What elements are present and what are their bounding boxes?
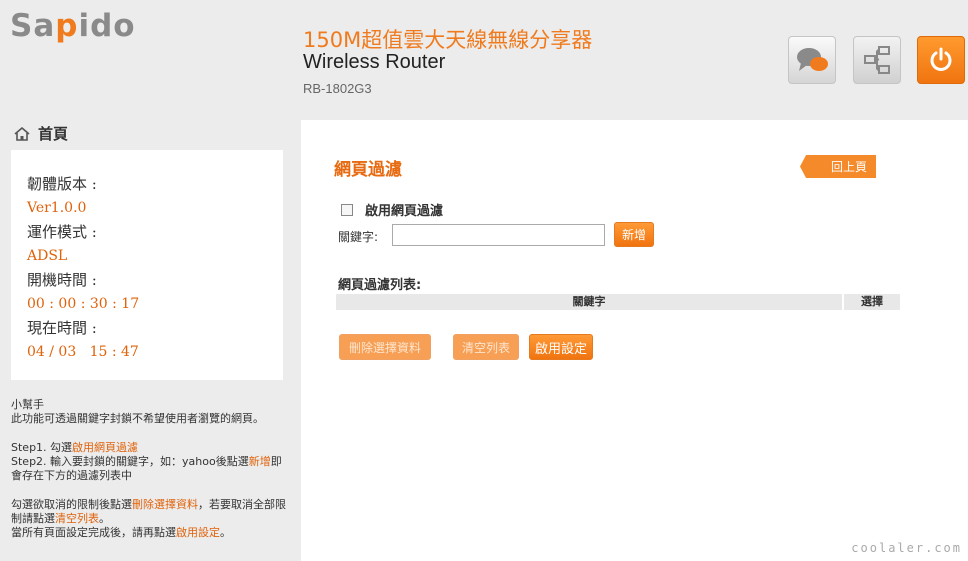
- chat-button[interactable]: [788, 36, 836, 84]
- brand-logo: Sapido: [10, 8, 136, 44]
- column-header-keyword: 關鍵字: [336, 294, 842, 310]
- logo-text-prefix: Sa: [10, 8, 56, 44]
- enable-filter-row: 啟用網頁過濾: [341, 200, 443, 219]
- home-label: 首頁: [38, 125, 69, 143]
- help-step2: Step2. 輸入要封鎖的關鍵字，如：yahoo後點選新增即會存在下方的過濾列表…: [11, 455, 282, 482]
- power-button[interactable]: [917, 36, 965, 84]
- back-button[interactable]: 回上頁: [800, 155, 876, 178]
- watermark: coolaler.com: [851, 541, 962, 555]
- enable-filter-label: 啟用網頁過濾: [365, 204, 444, 219]
- apply-settings-button[interactable]: 啟用設定: [529, 334, 593, 360]
- home-icon: [14, 126, 30, 141]
- clear-list-button[interactable]: 清空列表: [453, 334, 519, 360]
- help-step1: Step1. 勾選啟用網頁過濾: [11, 441, 139, 454]
- firmware-value: Ver1.0.0: [27, 200, 87, 216]
- device-info-panel: 韌體版本 : Ver1.0.0 運作模式 : ADSL 開機時間 : 00 : …: [11, 150, 283, 380]
- chat-icon: [797, 48, 828, 71]
- product-title-en: Wireless Router: [303, 51, 446, 73]
- page-title: 網頁過濾: [334, 160, 402, 180]
- keyword-input[interactable]: [392, 224, 605, 246]
- filter-list-title: 網頁過濾列表:: [338, 278, 422, 293]
- help-delete-note: 勾選欲取消的限制後點選刪除選擇資料，若要取消全部限制請點選清空列表。: [11, 498, 286, 525]
- help-apply-note: 當所有頁面設定完成後，請再點選啟用設定。: [11, 526, 231, 539]
- product-title-cn: 150M超值雲大天線無線分享器: [303, 28, 593, 52]
- current-time-label: 現在時間 :: [27, 319, 97, 337]
- delete-selected-button[interactable]: 刪除選擇資料: [339, 334, 431, 360]
- logo-text-suffix: ido: [78, 8, 136, 44]
- column-header-select: 選擇: [844, 294, 900, 310]
- mode-value: ADSL: [27, 248, 68, 264]
- enable-filter-checkbox[interactable]: [341, 203, 353, 216]
- keyword-label: 關鍵字:: [338, 230, 379, 244]
- filter-list-header: 關鍵字 選擇: [336, 294, 900, 310]
- uptime-label: 開機時間 :: [27, 271, 97, 289]
- firmware-label: 韌體版本 :: [27, 175, 97, 193]
- network-button[interactable]: [853, 36, 901, 84]
- network-icon: [864, 46, 890, 74]
- logo-text-o: p: [55, 8, 79, 44]
- uptime-value: 00 : 00 : 30 : 17: [27, 296, 140, 312]
- help-title: 小幫手: [11, 398, 44, 411]
- power-icon: [930, 47, 952, 71]
- add-button[interactable]: 新增: [614, 222, 654, 247]
- current-time-value: 04 / 03 15 : 47: [27, 344, 139, 360]
- main-panel: 網頁過濾 回上頁 啟用網頁過濾 關鍵字: 新增 網頁過濾列表: 關鍵字 選擇 刪…: [301, 120, 968, 561]
- help-panel: 小幫手 此功能可透過關鍵字封鎖不希望使用者瀏覽的網頁。 Step1. 勾選啟用網…: [11, 398, 289, 540]
- home-link[interactable]: 首頁: [13, 123, 68, 144]
- help-intro: 此功能可透過關鍵字封鎖不希望使用者瀏覽的網頁。: [11, 412, 264, 425]
- model-number: RB-1802G3: [303, 81, 372, 96]
- mode-label: 運作模式 :: [27, 223, 97, 241]
